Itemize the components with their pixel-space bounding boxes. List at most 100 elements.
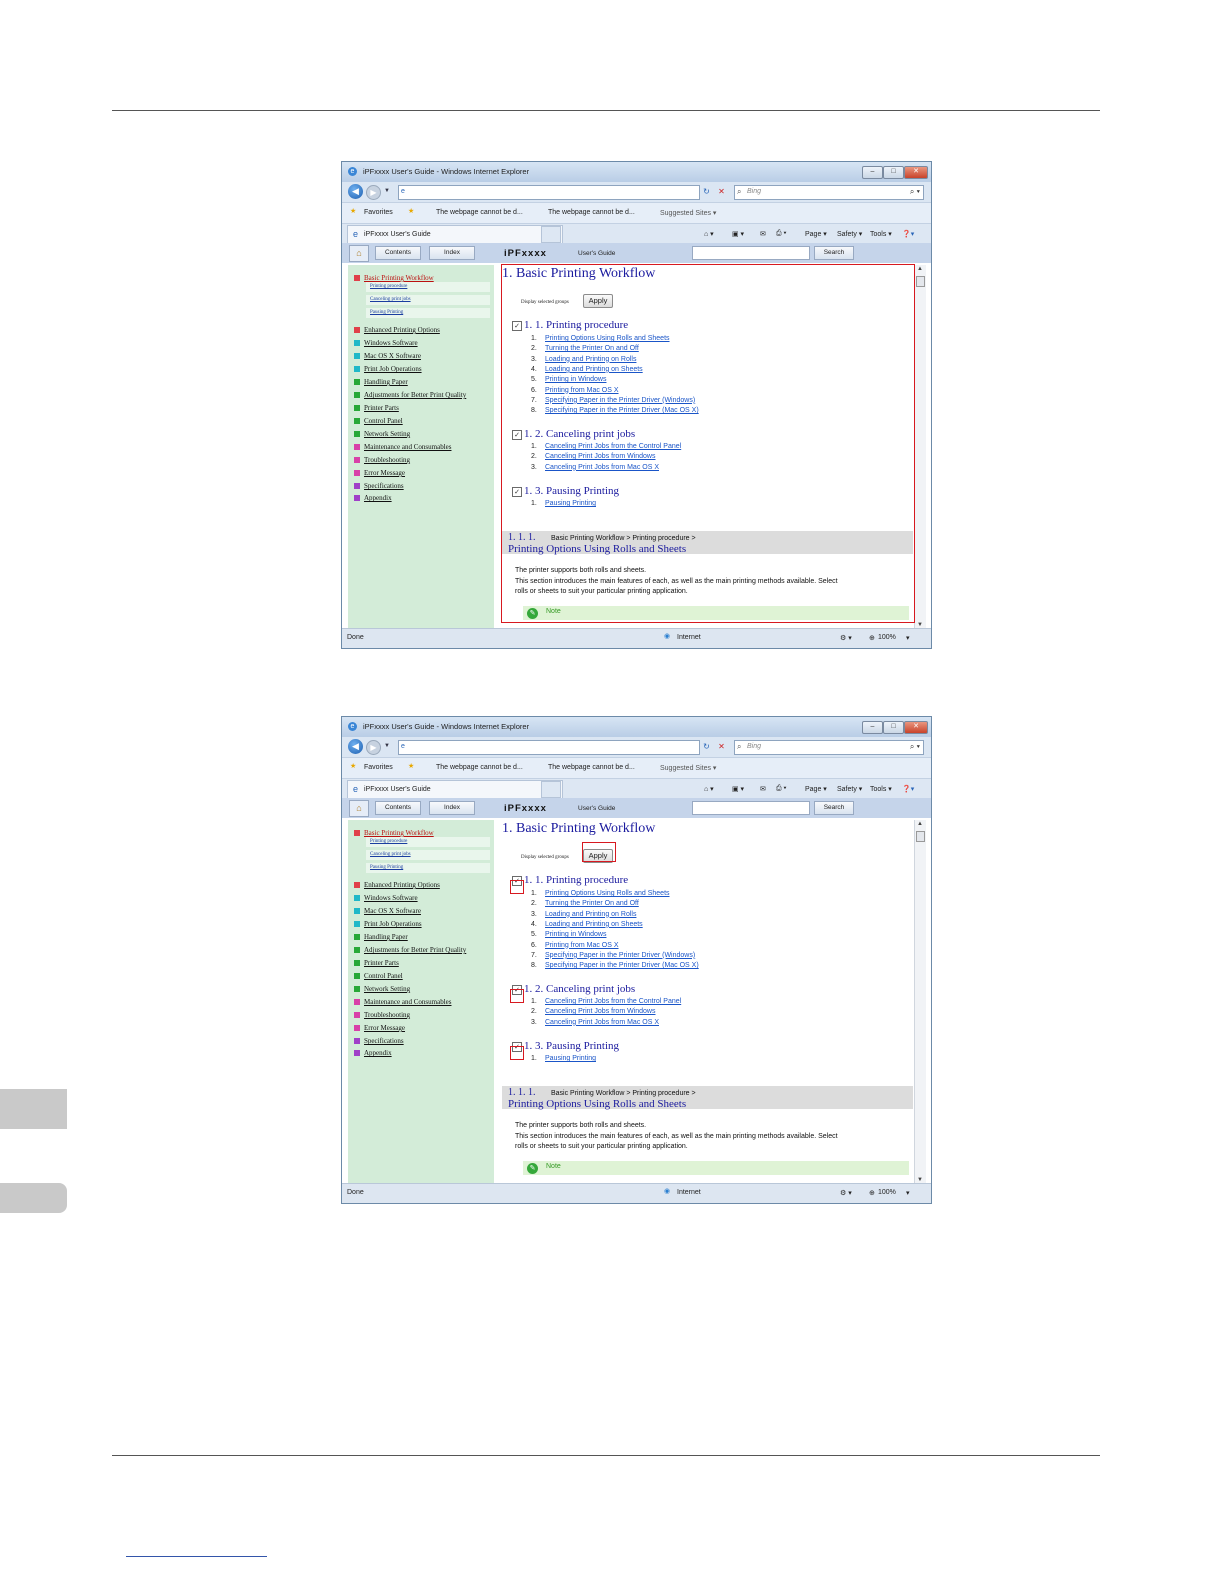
browser-tab[interactable]: e iPFxxxx User's Guide bbox=[347, 780, 563, 799]
search-field[interactable]: ⌕ Bing ⌕ ▾ bbox=[734, 740, 924, 755]
list-item-link[interactable]: Printing from Mac OS X bbox=[545, 942, 619, 949]
forward-button[interactable]: ▶ bbox=[366, 185, 381, 200]
list-item-link[interactable]: Specifying Paper in the Printer Driver (… bbox=[545, 397, 695, 404]
list-item-link[interactable]: Canceling Print Jobs from Mac OS X bbox=[545, 464, 659, 471]
tools-menu[interactable]: Tools ▾ bbox=[870, 230, 892, 238]
toc-item[interactable]: Printer Parts bbox=[354, 404, 399, 412]
zoom-level[interactable]: 100% bbox=[878, 1189, 896, 1196]
zoom-dropdown-icon[interactable]: ▾ bbox=[906, 1189, 910, 1197]
toc-item[interactable]: Network Setting bbox=[354, 985, 410, 993]
new-tab-button[interactable] bbox=[541, 226, 561, 243]
scroll-up-icon[interactable]: ▲ bbox=[917, 821, 923, 827]
toc-item[interactable]: Enhanced Printing Options bbox=[354, 326, 440, 334]
list-item-link[interactable]: Printing Options Using Rolls and Sheets bbox=[545, 890, 670, 897]
tools-menu[interactable]: Tools ▾ bbox=[870, 785, 892, 793]
guide-search-button[interactable]: Search bbox=[814, 801, 854, 815]
list-item-link[interactable]: Canceling Print Jobs from Windows bbox=[545, 453, 656, 460]
protected-mode-icon[interactable]: ⚙ ▾ bbox=[840, 634, 852, 642]
favorite-link-1[interactable]: The webpage cannot be d... bbox=[436, 764, 523, 771]
refresh-icon[interactable]: ↻ bbox=[700, 740, 713, 753]
list-item-link[interactable]: Turning the Printer On and Off bbox=[545, 900, 639, 907]
toc-item[interactable]: Basic Printing Workflow bbox=[354, 274, 434, 282]
favorite-link-3[interactable]: Suggested Sites ▾ bbox=[660, 764, 716, 772]
section-checkbox[interactable]: ✓ bbox=[512, 321, 522, 331]
section-checkbox[interactable]: ✓ bbox=[512, 985, 522, 995]
stop-icon[interactable]: ✕ bbox=[715, 185, 728, 198]
apply-button[interactable]: Apply bbox=[583, 294, 613, 308]
list-item-link[interactable]: Turning the Printer On and Off bbox=[545, 345, 639, 352]
toc-item[interactable]: Windows Software bbox=[354, 894, 418, 902]
section-checkbox[interactable]: ✓ bbox=[512, 1042, 522, 1052]
add-favorite-icon[interactable]: ★ bbox=[408, 207, 414, 215]
zoom-level[interactable]: 100% bbox=[878, 634, 896, 641]
section-checkbox[interactable]: ✓ bbox=[512, 487, 522, 497]
toc-item[interactable]: Control Panel bbox=[354, 972, 403, 980]
content-scrollbar[interactable]: ▲ ▼ bbox=[914, 265, 926, 629]
back-button[interactable]: ◀ bbox=[348, 184, 363, 199]
toc-subitem[interactable]: Printing procedure bbox=[366, 837, 490, 847]
toc-item[interactable]: Troubleshooting bbox=[354, 456, 410, 464]
list-item-link[interactable]: Pausing Printing bbox=[545, 1055, 596, 1062]
toc-subitem[interactable]: Printing procedure bbox=[366, 282, 490, 292]
list-item-link[interactable]: Canceling Print Jobs from the Control Pa… bbox=[545, 998, 681, 1005]
home-icon[interactable]: ⌂ ▾ bbox=[704, 785, 714, 793]
list-item-link[interactable]: Loading and Printing on Rolls bbox=[545, 911, 636, 918]
protected-mode-icon[interactable]: ⚙ ▾ bbox=[840, 1189, 852, 1197]
section-checkbox[interactable]: ✓ bbox=[512, 876, 522, 886]
toc-subitem[interactable]: Canceling print jobs bbox=[366, 850, 490, 860]
toc-item[interactable]: Windows Software bbox=[354, 339, 418, 347]
safety-menu[interactable]: Safety ▾ bbox=[837, 785, 862, 793]
toc-item[interactable]: Adjustments for Better Print Quality bbox=[354, 946, 466, 954]
forward-button[interactable]: ▶ bbox=[366, 740, 381, 755]
toc-item[interactable]: Printer Parts bbox=[354, 959, 399, 967]
toc-item[interactable]: Control Panel bbox=[354, 417, 403, 425]
scroll-up-icon[interactable]: ▲ bbox=[917, 266, 923, 272]
minimize-button[interactable]: – bbox=[862, 166, 883, 179]
scroll-thumb[interactable] bbox=[916, 276, 925, 287]
list-item-link[interactable]: Canceling Print Jobs from Mac OS X bbox=[545, 1019, 659, 1026]
new-tab-button[interactable] bbox=[541, 781, 561, 798]
page-menu[interactable]: Page ▾ bbox=[805, 785, 827, 793]
toc-item[interactable]: Mac OS X Software bbox=[354, 907, 421, 915]
search-go-icon[interactable]: ⌕ ▾ bbox=[910, 742, 920, 752]
toc-item[interactable]: Enhanced Printing Options bbox=[354, 881, 440, 889]
add-favorite-icon[interactable]: ★ bbox=[408, 762, 414, 770]
list-item-link[interactable]: Printing in Windows bbox=[545, 931, 606, 938]
search-go-icon[interactable]: ⌕ ▾ bbox=[910, 187, 920, 197]
page-menu[interactable]: Page ▾ bbox=[805, 230, 827, 238]
toc-item[interactable]: Print Job Operations bbox=[354, 920, 422, 928]
contents-tab[interactable]: Contents bbox=[375, 246, 421, 260]
contents-tab[interactable]: Contents bbox=[375, 801, 421, 815]
guide-home-icon[interactable]: ⌂ bbox=[349, 245, 369, 262]
favorites-button[interactable]: Favorites bbox=[364, 209, 393, 216]
toc-item[interactable]: Appendix bbox=[354, 1049, 392, 1057]
print-icon[interactable]: ⎙ ▾ bbox=[776, 785, 787, 793]
favorite-link-2[interactable]: The webpage cannot be d... bbox=[548, 764, 635, 771]
address-field[interactable]: e bbox=[398, 185, 700, 200]
history-dropdown-icon[interactable]: ▼ bbox=[384, 743, 390, 749]
toc-item[interactable]: Maintenance and Consumables bbox=[354, 443, 451, 451]
index-tab[interactable]: Index bbox=[429, 246, 475, 260]
list-item-link[interactable]: Printing in Windows bbox=[545, 376, 606, 383]
toc-item[interactable]: Troubleshooting bbox=[354, 1011, 410, 1019]
toc-item[interactable]: Maintenance and Consumables bbox=[354, 998, 451, 1006]
browser-tab[interactable]: e iPFxxxx User's Guide bbox=[347, 225, 563, 244]
safety-menu[interactable]: Safety ▾ bbox=[837, 230, 862, 238]
zoom-dropdown-icon[interactable]: ▾ bbox=[906, 634, 910, 642]
toc-item[interactable]: Handling Paper bbox=[354, 378, 408, 386]
toc-item[interactable]: Basic Printing Workflow bbox=[354, 829, 434, 837]
help-icon[interactable]: ❓▾ bbox=[902, 230, 914, 238]
list-item-link[interactable]: Loading and Printing on Sheets bbox=[545, 366, 643, 373]
toc-subitem[interactable]: Pausing Printing bbox=[366, 863, 490, 873]
favorites-button[interactable]: Favorites bbox=[364, 764, 393, 771]
mail-icon[interactable]: ✉ bbox=[760, 785, 766, 793]
guide-search-button[interactable]: Search bbox=[814, 246, 854, 260]
list-item-link[interactable]: Pausing Printing bbox=[545, 500, 596, 507]
stop-icon[interactable]: ✕ bbox=[715, 740, 728, 753]
toc-subitem[interactable]: Canceling print jobs bbox=[366, 295, 490, 305]
list-item-link[interactable]: Loading and Printing on Sheets bbox=[545, 921, 643, 928]
list-item-link[interactable]: Canceling Print Jobs from the Control Pa… bbox=[545, 443, 681, 450]
favorite-link-3[interactable]: Suggested Sites ▾ bbox=[660, 209, 716, 217]
refresh-icon[interactable]: ↻ bbox=[700, 185, 713, 198]
toc-subitem[interactable]: Pausing Printing bbox=[366, 308, 490, 318]
